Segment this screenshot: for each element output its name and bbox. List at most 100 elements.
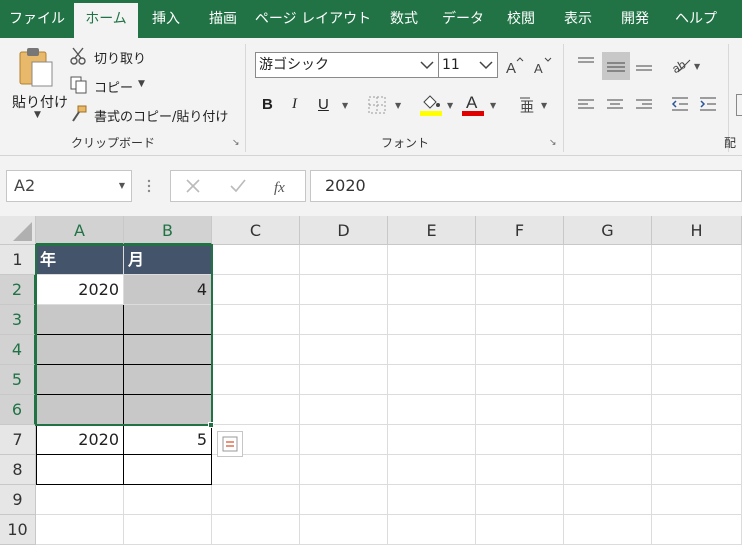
font-color-button[interactable]: A [462, 92, 486, 118]
cell-g3[interactable] [564, 305, 652, 335]
cell-d8[interactable] [300, 455, 388, 485]
align-right-button[interactable] [634, 94, 656, 116]
column-header-g[interactable]: G [564, 216, 652, 245]
cell-g8[interactable] [564, 455, 652, 485]
cell-a9[interactable] [36, 485, 124, 515]
cell-e8[interactable] [388, 455, 476, 485]
borders-button[interactable] [368, 96, 388, 116]
align-left-button[interactable] [576, 94, 598, 116]
cell-h5[interactable] [652, 365, 742, 395]
column-header-f[interactable]: F [476, 216, 564, 245]
align-center-button[interactable] [605, 94, 627, 116]
row-header-8[interactable]: 8 [0, 455, 36, 485]
row-header-1[interactable]: 1 [0, 245, 36, 275]
cell-c6[interactable] [212, 395, 300, 425]
cell-f3[interactable] [476, 305, 564, 335]
font-size-combo[interactable]: 11 [438, 52, 498, 78]
cell-a6[interactable] [36, 395, 124, 425]
cell-b1[interactable]: 月 [124, 245, 212, 275]
tab-developer[interactable]: 開発 [606, 0, 664, 38]
cell-a10[interactable] [36, 515, 124, 545]
cell-a7[interactable]: 2020 [36, 425, 124, 455]
cell-h2[interactable] [652, 275, 742, 305]
cell-h10[interactable] [652, 515, 742, 545]
cell-d1[interactable] [300, 245, 388, 275]
row-header-3[interactable]: 3 [0, 305, 36, 335]
paste-dropdown-icon[interactable]: ▼ [34, 110, 41, 120]
cell-h4[interactable] [652, 335, 742, 365]
fill-handle[interactable] [208, 422, 214, 428]
orientation-dropdown-icon[interactable]: ▼ [694, 62, 700, 71]
cell-d10[interactable] [300, 515, 388, 545]
autofill-options-button[interactable] [217, 431, 243, 457]
decrease-indent-button[interactable] [670, 94, 692, 116]
column-header-h[interactable]: H [652, 216, 742, 245]
cancel-icon[interactable] [185, 178, 201, 194]
cell-b6[interactable] [124, 395, 212, 425]
cell-d5[interactable] [300, 365, 388, 395]
cell-a8[interactable] [36, 455, 124, 485]
cell-d9[interactable] [300, 485, 388, 515]
cell-g5[interactable] [564, 365, 652, 395]
cell-f10[interactable] [476, 515, 564, 545]
chevron-down-icon[interactable] [418, 53, 436, 77]
cell-e7[interactable] [388, 425, 476, 455]
tab-insert[interactable]: 挿入 [138, 0, 194, 38]
column-header-e[interactable]: E [388, 216, 476, 245]
cell-f2[interactable] [476, 275, 564, 305]
cell-c9[interactable] [212, 485, 300, 515]
chevron-down-icon[interactable] [477, 53, 495, 77]
cell-a3[interactable] [36, 305, 124, 335]
cell-g9[interactable] [564, 485, 652, 515]
cell-g1[interactable] [564, 245, 652, 275]
font-name-combo[interactable]: 游ゴシック [255, 52, 439, 78]
cell-e1[interactable] [388, 245, 476, 275]
increase-indent-button[interactable] [698, 94, 720, 116]
cell-e5[interactable] [388, 365, 476, 395]
cell-b2[interactable]: 4 [124, 275, 212, 305]
fill-color-button[interactable] [420, 92, 444, 118]
cell-f7[interactable] [476, 425, 564, 455]
cell-b8[interactable] [124, 455, 212, 485]
align-bottom-button[interactable] [634, 54, 656, 76]
cell-g7[interactable] [564, 425, 652, 455]
cell-g4[interactable] [564, 335, 652, 365]
cell-a2[interactable]: 2020 [36, 275, 124, 305]
cell-d4[interactable] [300, 335, 388, 365]
tab-data[interactable]: データ [434, 0, 492, 38]
cell-a4[interactable] [36, 335, 124, 365]
cell-c2[interactable] [212, 275, 300, 305]
cell-d6[interactable] [300, 395, 388, 425]
paste-button[interactable]: 貼り付け ▼ [8, 44, 68, 126]
row-header-4[interactable]: 4 [0, 335, 36, 365]
clipboard-launcher-icon[interactable]: ↘ [232, 138, 242, 148]
cell-b7[interactable]: 5 [124, 425, 212, 455]
cell-f4[interactable] [476, 335, 564, 365]
increase-font-size-button[interactable]: A [504, 56, 524, 77]
tab-home[interactable]: ホーム [74, 3, 138, 38]
cell-b5[interactable] [124, 365, 212, 395]
cell-b10[interactable] [124, 515, 212, 545]
orientation-button[interactable]: ab [670, 54, 692, 76]
column-header-a[interactable]: A [36, 216, 124, 245]
cell-c4[interactable] [212, 335, 300, 365]
insert-function-icon[interactable]: fx [273, 177, 291, 195]
tab-formulas[interactable]: 数式 [374, 0, 434, 38]
fill-color-dropdown-icon[interactable]: ▼ [447, 101, 453, 110]
cell-h8[interactable] [652, 455, 742, 485]
name-box[interactable]: A2 ▼ [6, 170, 132, 202]
wrap-text-button[interactable] [736, 94, 742, 116]
formula-input[interactable]: 2020 [310, 170, 742, 202]
tab-file[interactable]: ファイル [0, 0, 74, 38]
cell-b3[interactable] [124, 305, 212, 335]
cell-h3[interactable] [652, 305, 742, 335]
cell-h6[interactable] [652, 395, 742, 425]
cell-d2[interactable] [300, 275, 388, 305]
cell-b9[interactable] [124, 485, 212, 515]
cell-e3[interactable] [388, 305, 476, 335]
cell-h9[interactable] [652, 485, 742, 515]
cell-c8[interactable] [212, 455, 300, 485]
align-top-button[interactable] [576, 54, 598, 76]
underline-button[interactable]: U [318, 96, 334, 116]
cell-e2[interactable] [388, 275, 476, 305]
